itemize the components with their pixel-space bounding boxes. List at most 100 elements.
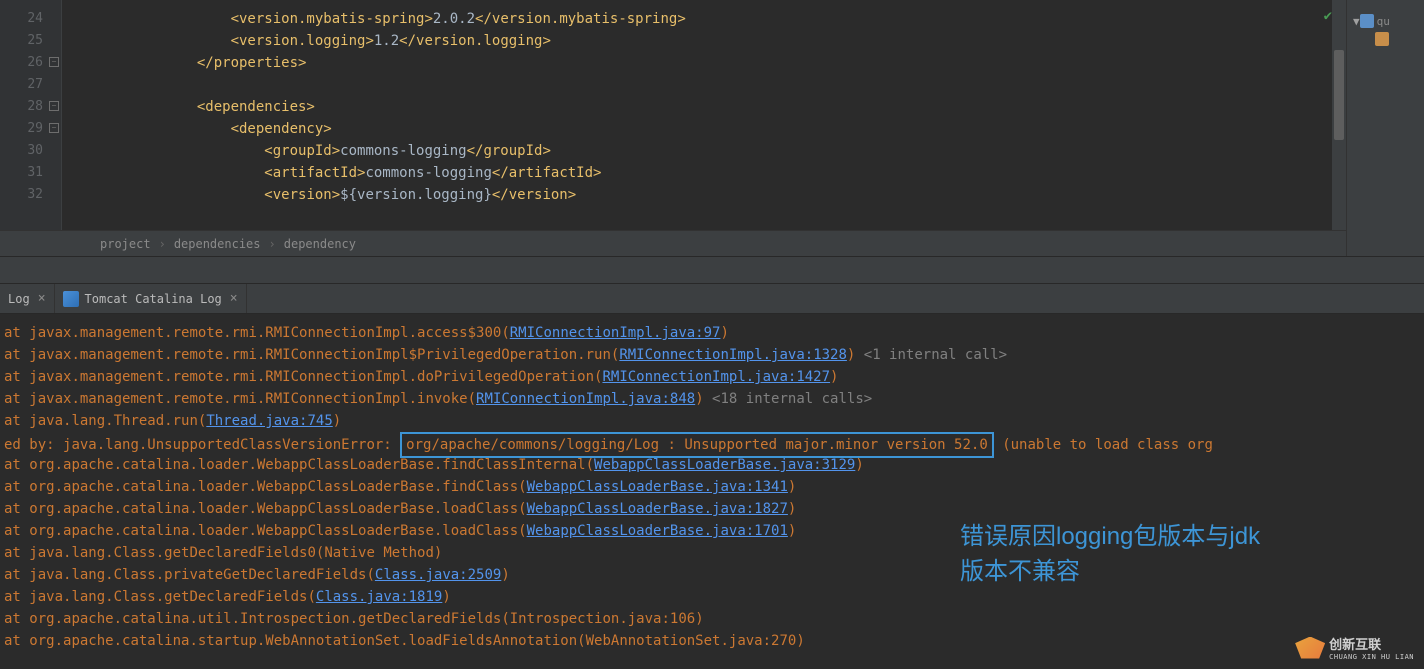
source-link[interactable]: Class.java:2509	[375, 567, 501, 583]
source-link[interactable]: WebappClassLoaderBase.java:1827	[527, 501, 788, 517]
stack-line: at org.apache.catalina.loader.WebappClas…	[4, 476, 1420, 498]
code-line[interactable]	[62, 74, 1332, 96]
code-line[interactable]: <version.logging>1.2</version.logging>	[62, 30, 1332, 52]
paren: )	[830, 369, 838, 385]
check-icon: ✔	[1324, 8, 1332, 24]
breadcrumb[interactable]: project › dependencies › dependency	[0, 230, 1346, 256]
tab-tomcat-catalina-log[interactable]: Tomcat Catalina Log ×	[55, 284, 247, 313]
class-path: java.lang.Class.getDeclaredFields	[29, 589, 307, 605]
panel-row[interactable]	[1351, 30, 1420, 48]
code-line[interactable]: <artifactId>commons-logging</artifactId>	[62, 162, 1332, 184]
fold-icon[interactable]: −	[49, 123, 59, 133]
internal-calls: <18 internal calls>	[704, 391, 873, 407]
code-line[interactable]: <dependency>	[62, 118, 1332, 140]
line-number[interactable]: 24	[0, 8, 61, 30]
class-path: org.apache.catalina.loader.WebappClassLo…	[29, 501, 518, 517]
stack-line: at javax.management.remote.rmi.RMIConnec…	[4, 366, 1420, 388]
source-link[interactable]: WebappClassLoaderBase.java:1341	[527, 479, 788, 495]
line-number[interactable]: 32	[0, 184, 61, 206]
paren: )	[796, 633, 804, 649]
chevron-right-icon: ›	[159, 237, 166, 251]
fold-icon[interactable]: −	[49, 101, 59, 111]
class-path: org.apache.catalina.startup.WebAnnotatio…	[29, 633, 577, 649]
exception-class: java.lang.UnsupportedClassVersionError:	[63, 437, 400, 453]
code-line[interactable]: <groupId>commons-logging</groupId>	[62, 140, 1332, 162]
paren: )	[442, 589, 450, 605]
paren: (	[586, 457, 594, 473]
source-link[interactable]: RMIConnectionImpl.java:97	[510, 325, 721, 341]
source-link[interactable]: RMIConnectionImpl.java:1427	[602, 369, 830, 385]
paren: )	[788, 479, 796, 495]
class-path: javax.management.remote.rmi.RMIConnectio…	[29, 391, 467, 407]
gutter[interactable]: 242526−2728−29−303132	[0, 0, 62, 230]
line-number[interactable]: 29−	[0, 118, 61, 140]
source-link[interactable]: RMIConnectionImpl.java:1328	[619, 347, 847, 363]
fold-icon[interactable]: −	[49, 57, 59, 67]
logo-brand: 创新互联	[1329, 634, 1414, 653]
code-body[interactable]: <version.mybatis-spring>2.0.2</version.m…	[62, 0, 1332, 230]
paren: (	[307, 589, 315, 605]
at-keyword: at	[4, 325, 29, 341]
panel-label: qu	[1377, 15, 1390, 28]
class-path: java.lang.Class.getDeclaredFields0	[29, 545, 316, 561]
tab-label: Tomcat Catalina Log	[85, 292, 222, 306]
paren: )	[788, 501, 796, 517]
at-keyword: at	[4, 567, 29, 583]
scrollbar-thumb[interactable]	[1334, 50, 1344, 140]
code-line[interactable]: <version.mybatis-spring>2.0.2</version.m…	[62, 8, 1332, 30]
class-path: java.lang.Class.privateGetDeclaredFields	[29, 567, 366, 583]
chevron-right-icon: ›	[269, 237, 276, 251]
breadcrumb-item[interactable]: project	[100, 237, 151, 251]
paren: )	[855, 457, 863, 473]
paren: (	[577, 633, 585, 649]
right-tool-panel[interactable]: ▼ qu	[1346, 0, 1424, 256]
paren: (	[501, 325, 509, 341]
tab-log[interactable]: Log ×	[0, 284, 55, 313]
line-number[interactable]: 31	[0, 162, 61, 184]
class-path: org.apache.catalina.loader.WebappClassLo…	[29, 523, 518, 539]
class-path: javax.management.remote.rmi.RMIConnectio…	[29, 347, 611, 363]
source-link[interactable]: Class.java:1819	[316, 589, 442, 605]
code-area[interactable]: 242526−2728−29−303132 <version.mybatis-s…	[0, 0, 1346, 230]
breadcrumb-item[interactable]: dependency	[284, 237, 356, 251]
source-link[interactable]: RMIConnectionImpl.java:848	[476, 391, 695, 407]
folder-icon	[1375, 32, 1389, 46]
line-number[interactable]: 28−	[0, 96, 61, 118]
pane-splitter[interactable]	[0, 256, 1424, 284]
class-path: javax.management.remote.rmi.RMIConnectio…	[29, 369, 594, 385]
stack-line: at javax.management.remote.rmi.RMIConnec…	[4, 388, 1420, 410]
line-number[interactable]: 25	[0, 30, 61, 52]
annotation-line: 版本不兼容	[960, 551, 1260, 586]
paren: (	[518, 479, 526, 495]
code-line[interactable]: <version>${version.logging}</version>	[62, 184, 1332, 206]
console-output[interactable]: at javax.management.remote.rmi.RMIConnec…	[0, 314, 1424, 669]
code-line[interactable]: </properties>	[62, 52, 1332, 74]
source-ref: Introspection.java:106	[510, 611, 695, 627]
stack-line: at org.apache.catalina.util.Introspectio…	[4, 608, 1420, 630]
at-keyword: at	[4, 479, 29, 495]
line-number[interactable]: 30	[0, 140, 61, 162]
source-link[interactable]: WebappClassLoaderBase.java:3129	[594, 457, 855, 473]
class-path: org.apache.catalina.loader.WebappClassLo…	[29, 457, 585, 473]
source-ref: Native Method	[324, 545, 434, 561]
stack-line: at javax.management.remote.rmi.RMIConnec…	[4, 344, 1420, 366]
close-icon[interactable]: ×	[230, 291, 238, 306]
class-path: java.lang.Thread.run	[29, 413, 198, 429]
line-number[interactable]: 26−	[0, 52, 61, 74]
at-keyword: at	[4, 611, 29, 627]
class-path: org.apache.catalina.loader.WebappClassLo…	[29, 479, 518, 495]
internal-calls: <1 internal call>	[855, 347, 1007, 363]
caused-by: ed by:	[4, 437, 63, 453]
editor-scrollbar[interactable]	[1332, 0, 1346, 230]
code-line[interactable]: <dependencies>	[62, 96, 1332, 118]
watermark-logo: 创新互联 CHUANG XIN HU LIAN	[1295, 634, 1414, 661]
error-tail: (unable to load class org	[994, 437, 1213, 453]
editor-pane: 242526−2728−29−303132 <version.mybatis-s…	[0, 0, 1424, 256]
source-link[interactable]: WebappClassLoaderBase.java:1701	[527, 523, 788, 539]
panel-row[interactable]: ▼ qu	[1351, 12, 1420, 30]
tab-label: Log	[8, 292, 30, 306]
source-link[interactable]: Thread.java:745	[206, 413, 332, 429]
breadcrumb-item[interactable]: dependencies	[174, 237, 261, 251]
close-icon[interactable]: ×	[38, 291, 46, 306]
line-number[interactable]: 27	[0, 74, 61, 96]
